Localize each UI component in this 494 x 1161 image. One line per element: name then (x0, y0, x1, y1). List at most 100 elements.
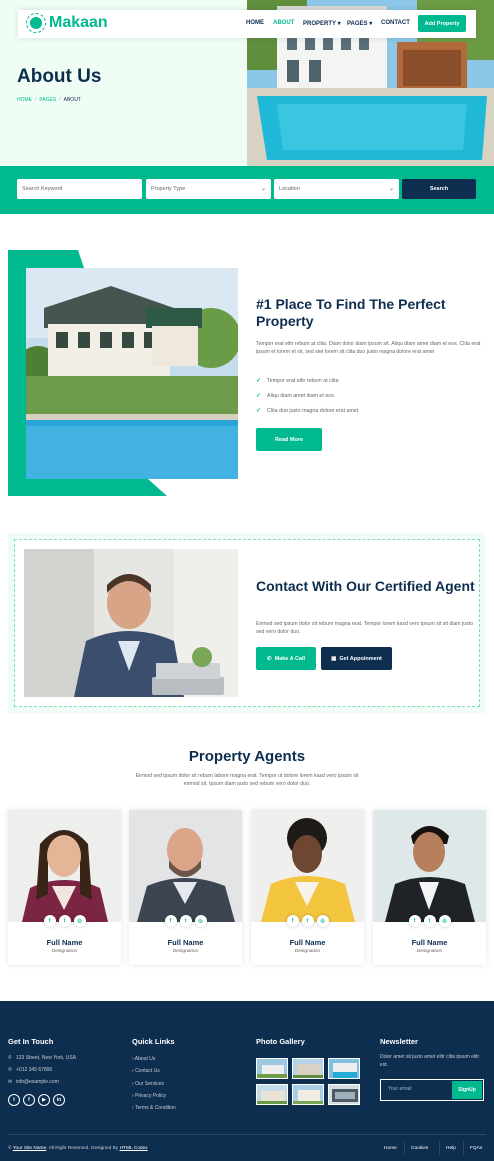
footer-link[interactable]: › About Us (132, 1056, 155, 1062)
calendar-icon: ▦ (331, 655, 337, 662)
instagram-icon[interactable]: ◎ (438, 915, 451, 927)
about-point-text: Clita duo justo magna dolore erat amet (267, 408, 359, 414)
property-type-value: Property Type (151, 186, 186, 192)
footer-separator (404, 1141, 405, 1155)
facebook-icon[interactable]: f (408, 915, 421, 927)
search-keyword-input[interactable]: Search Keyword (17, 179, 142, 199)
twitter-icon[interactable]: t (8, 1094, 20, 1106)
about-point-text: Aliqu diam amet diam et eos (267, 393, 334, 399)
twitter-icon[interactable]: t (58, 915, 71, 927)
signup-button[interactable]: SignUp (452, 1081, 482, 1099)
agent-photo (373, 810, 486, 922)
nav-pages[interactable]: PAGES ▾ (347, 20, 372, 27)
facebook-icon[interactable]: f (164, 915, 177, 927)
nav-property-label: PROPERTY (303, 21, 336, 27)
footer-bottom-home[interactable]: Home (384, 1146, 397, 1151)
copyright: © Your Site Name, All Right Reserved. De… (8, 1146, 148, 1151)
check-icon: ✓ (256, 408, 262, 414)
make-call-button[interactable]: ✆ Make A Call (256, 647, 316, 670)
location-select[interactable]: Location ⌄ (274, 179, 399, 199)
agent-card: f t ◎ Full Name Designation (373, 810, 486, 965)
facebook-icon[interactable]: f (23, 1094, 35, 1106)
footer-link-label: About Us (134, 1056, 156, 1062)
agent-name: Full Name (46, 938, 83, 947)
newsletter-description: Dolor amet sit justo amet elitr clita ip… (380, 1054, 480, 1068)
breadcrumb-current: ABOUT (63, 97, 81, 103)
phone-icon: ✆ (8, 1067, 13, 1073)
read-more-button[interactable]: Read More (256, 428, 322, 451)
breadcrumb-pages[interactable]: PAGES (39, 97, 56, 103)
twitter-icon[interactable]: t (423, 915, 436, 927)
navbar: Makaan HOME ABOUT PROPERTY ▾ PAGES ▾ CON… (18, 10, 476, 38)
footer-address: ⚲ 123 Street, New York, USA (8, 1055, 76, 1061)
gallery-thumbnail[interactable] (328, 1058, 360, 1079)
about-point: ✓ Tempor erat elitr rebum at clita (256, 377, 339, 384)
newsletter-email-placeholder: Your email (388, 1086, 412, 1092)
gallery-thumbnail[interactable] (256, 1084, 288, 1105)
phone-icon: ✆ (266, 655, 272, 662)
nav-about[interactable]: ABOUT (273, 20, 294, 26)
agent-photo (24, 549, 238, 697)
footer-bottom-cookies[interactable]: Cookies (411, 1146, 428, 1151)
agent-card: f t ◎ Full Name Designation (129, 810, 242, 965)
linkedin-icon[interactable]: in (53, 1094, 65, 1106)
footer-link-label: Terms & Condition (134, 1105, 176, 1111)
twitter-icon[interactable]: t (179, 915, 192, 927)
email-icon: ✉ (8, 1079, 13, 1085)
agent-photo (8, 810, 121, 922)
footer-link[interactable]: › Privacy Policy (132, 1093, 166, 1099)
gallery-thumbnail[interactable] (328, 1084, 360, 1105)
property-type-select[interactable]: Property Type ⌄ (146, 179, 271, 199)
brand-logo[interactable]: Makaan (49, 14, 108, 32)
about-title: #1 Place To Find The Perfect Property (256, 296, 446, 329)
get-appointment-label: Get Appoinment (339, 655, 382, 662)
facebook-icon[interactable]: f (286, 915, 299, 927)
about-point: ✓ Clita duo justo magna dolore erat amet (256, 407, 358, 414)
agent-card: f t ◎ Full Name Designation (251, 810, 364, 965)
footer-link[interactable]: › Contact Us (132, 1068, 160, 1074)
breadcrumb: HOME / PAGES / ABOUT (17, 97, 81, 103)
footer-link-label: Privacy Policy (135, 1093, 167, 1099)
about-point-text: Tempor erat elitr rebum at clita (267, 378, 339, 384)
footer-bottom-faqs[interactable]: FQAs (470, 1146, 482, 1151)
footer-email-text: info@example.com (16, 1079, 59, 1085)
copyright-text: , All Right Reserved. Designed By (46, 1146, 119, 1151)
site-name-link[interactable]: Your Site Name (13, 1146, 46, 1151)
page-title: About Us (17, 66, 102, 87)
footer-link[interactable]: › Our Services (132, 1081, 164, 1087)
nav-property[interactable]: PROPERTY ▾ (303, 20, 341, 27)
chevron-down-icon: ⌄ (388, 186, 394, 192)
designer-link[interactable]: HTML Codex (120, 1146, 148, 1151)
get-appointment-button[interactable]: ▦ Get Appoinment (321, 647, 392, 670)
check-icon: ✓ (256, 378, 262, 384)
search-button[interactable]: Search (402, 179, 476, 199)
gallery-thumbnail[interactable] (256, 1058, 288, 1079)
instagram-icon[interactable]: ◎ (194, 915, 207, 927)
logo-icon[interactable] (26, 13, 46, 33)
facebook-icon[interactable]: f (43, 915, 56, 927)
footer-divider (8, 1134, 486, 1135)
youtube-icon[interactable]: ▶ (38, 1094, 50, 1106)
gallery-thumbnail[interactable] (292, 1058, 324, 1079)
footer-address-text: 123 Street, New York, USA (16, 1055, 77, 1061)
chevron-down-icon: ▾ (337, 21, 341, 27)
add-property-button[interactable]: Add Property (418, 15, 466, 32)
search-bar: Search Keyword Property Type ⌄ Location … (0, 166, 494, 214)
instagram-icon[interactable]: ◎ (316, 915, 329, 927)
twitter-icon[interactable]: t (301, 915, 314, 927)
nav-contact[interactable]: CONTACT (381, 20, 410, 26)
footer-separator (463, 1141, 464, 1155)
copyright-symbol: © (8, 1146, 12, 1151)
location-pin-icon: ⚲ (8, 1055, 12, 1061)
check-icon: ✓ (256, 393, 262, 399)
gallery-thumbnail[interactable] (292, 1084, 324, 1105)
instagram-icon[interactable]: ◎ (73, 915, 86, 927)
nav-home[interactable]: HOME (246, 20, 264, 26)
breadcrumb-home[interactable]: HOME (17, 97, 32, 103)
about-house-image (26, 268, 238, 479)
agent-photo (129, 810, 242, 922)
footer-bottom-help[interactable]: Help (446, 1146, 456, 1151)
footer-link-label: Contact Us (135, 1068, 160, 1074)
footer-link[interactable]: › Terms & Condition (132, 1105, 176, 1111)
agent-card: f t ◎ Full Name Designation (8, 810, 121, 965)
